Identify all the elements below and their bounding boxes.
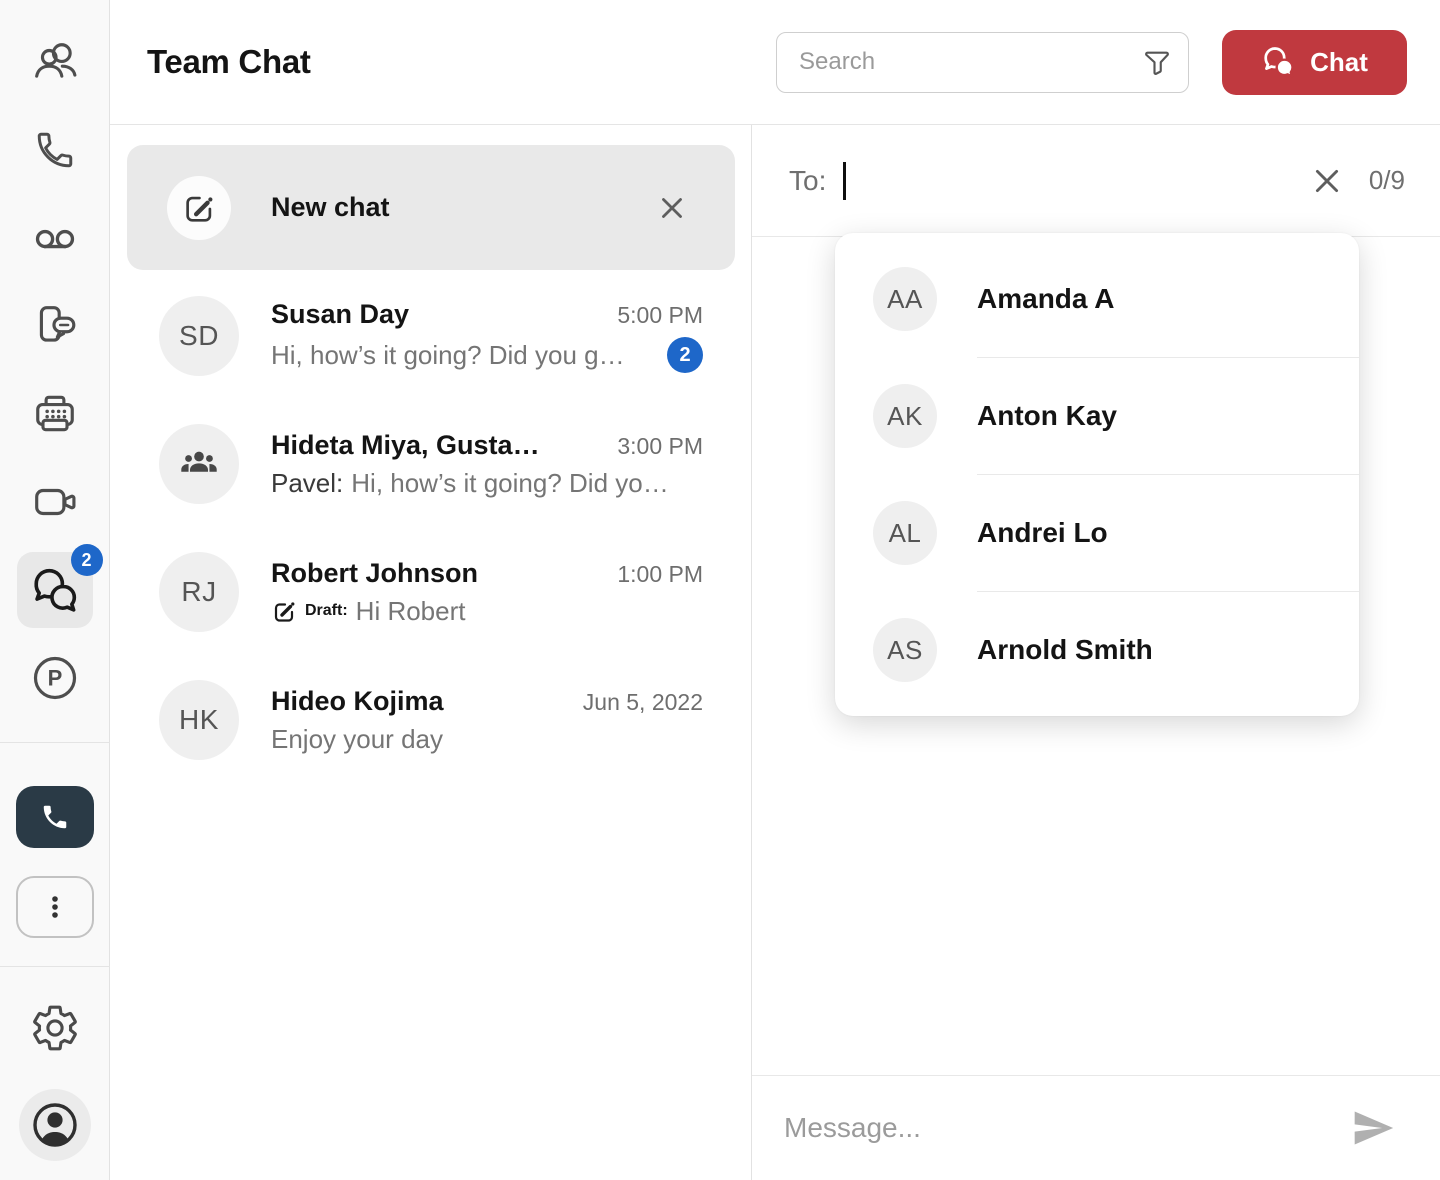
- phone-filled-icon: [40, 802, 70, 832]
- text-message-icon: [32, 303, 78, 349]
- sidebar-item-fax[interactable]: [23, 382, 87, 446]
- recipient-counter: 0/9: [1369, 165, 1405, 196]
- conversation-time: Jun 5, 2022: [583, 689, 703, 716]
- page-title: Team Chat: [147, 43, 311, 81]
- conversation-name: Hideo Kojima: [271, 686, 444, 717]
- video-icon: [32, 479, 78, 525]
- chat-bubbles-icon: [1261, 44, 1297, 80]
- draft-label: Draft:: [305, 602, 348, 620]
- conversation-time: 5:00 PM: [617, 302, 703, 329]
- conversation-preview: Hi, how’s it going? Did you g…: [271, 340, 657, 371]
- conversation-preview: Pavel: Hi, how’s it going? Did yo…: [271, 468, 703, 499]
- contact-suggestion[interactable]: AA Amanda A: [835, 241, 1359, 357]
- conversation-time: 3:00 PM: [617, 433, 703, 460]
- conversation-name: Robert Johnson: [271, 558, 478, 589]
- profile-avatar-icon: [29, 1099, 81, 1151]
- new-chat-avatar: [167, 176, 231, 240]
- search-input[interactable]: [799, 48, 1142, 76]
- avatar: SD: [159, 296, 239, 376]
- conversation-row[interactable]: HK Hideo Kojima Jun 5, 2022 Enjoy your d…: [110, 656, 751, 784]
- rail-divider: [0, 742, 110, 743]
- contact-name: Amanda A: [977, 283, 1114, 315]
- new-chat-button[interactable]: Chat: [1222, 30, 1407, 95]
- filter-icon[interactable]: [1142, 47, 1172, 77]
- search-box: [776, 32, 1189, 93]
- main-area: Team Chat Chat: [110, 0, 1440, 1180]
- close-icon[interactable]: [1309, 163, 1345, 199]
- phone-icon: [34, 129, 76, 171]
- sidebar-item-video[interactable]: [23, 470, 87, 534]
- send-button[interactable]: [1351, 1106, 1395, 1150]
- avatar: AS: [873, 618, 937, 682]
- conversation-preview: Hi Robert: [356, 596, 703, 627]
- new-chat-label: New chat: [271, 192, 390, 223]
- draft-compose-icon: [271, 598, 297, 624]
- settings-button[interactable]: [28, 1001, 82, 1055]
- new-chat-list-item[interactable]: New chat: [127, 145, 735, 270]
- recipient-input[interactable]: [852, 165, 1308, 197]
- sidebar-item-text-message[interactable]: [23, 294, 87, 358]
- content-area: New chat SD Susan Day 5:00 PM: [110, 125, 1440, 1180]
- compose-icon: [181, 190, 217, 226]
- chat-unread-badge: 2: [71, 544, 103, 576]
- recipient-row: To: 0/9: [752, 125, 1440, 237]
- group-avatar: [159, 424, 239, 504]
- contact-suggestion[interactable]: AL Andrei Lo: [835, 475, 1359, 591]
- conversation-row[interactable]: SD Susan Day 5:00 PM Hi, how’s it going?…: [110, 272, 751, 400]
- message-input[interactable]: [784, 1112, 1331, 1144]
- gear-icon: [30, 1003, 80, 1053]
- close-icon[interactable]: [656, 192, 688, 224]
- navigation-rail: 2 P: [0, 0, 110, 1180]
- conversation-name: Susan Day: [271, 299, 409, 330]
- avatar: AL: [873, 501, 937, 565]
- contact-suggestion[interactable]: AK Anton Kay: [835, 358, 1359, 474]
- conversation-row[interactable]: RJ Robert Johnson 1:00 PM: [110, 528, 751, 656]
- contact-name: Anton Kay: [977, 400, 1117, 432]
- unread-badge: 2: [667, 337, 703, 373]
- text-cursor: [843, 162, 846, 200]
- conversation-list: New chat SD Susan Day 5:00 PM: [110, 125, 752, 1180]
- team-chat-icon: [30, 565, 80, 615]
- team-chat-app: 2 P: [0, 0, 1440, 1180]
- conversation-preview: Enjoy your day: [271, 724, 703, 755]
- conversation-name: Hideta Miya, Gusta…: [271, 430, 540, 461]
- avatar: AK: [873, 384, 937, 448]
- new-chat-button-label: Chat: [1310, 47, 1368, 78]
- conversation-row[interactable]: Hideta Miya, Gusta… 3:00 PM Pavel: Hi, ho…: [110, 400, 751, 528]
- compose-panel: To: 0/9 AA Amanda A: [752, 125, 1440, 1180]
- contact-suggestions-dropdown: AA Amanda A AK Anton Kay AL Andrei Lo: [835, 233, 1359, 716]
- preview-text: Hi, how’s it going? Did yo…: [351, 468, 668, 498]
- contacts-icon: [32, 39, 78, 85]
- sidebar-item-team-chat[interactable]: 2: [17, 552, 93, 628]
- fax-icon: [32, 391, 78, 437]
- voicemail-icon: [32, 215, 78, 261]
- sidebar-item-park[interactable]: P: [23, 646, 87, 710]
- message-bar: [752, 1075, 1440, 1180]
- kebab-menu-icon: [35, 887, 75, 927]
- more-actions-button[interactable]: [16, 876, 94, 938]
- contact-name: Andrei Lo: [977, 517, 1108, 549]
- svg-text:P: P: [47, 666, 62, 691]
- send-icon: [1351, 1106, 1395, 1150]
- avatar: AA: [873, 267, 937, 331]
- avatar: RJ: [159, 552, 239, 632]
- group-icon: [177, 442, 221, 486]
- last-sender: Pavel:: [271, 468, 343, 498]
- rail-divider: [0, 966, 110, 967]
- sidebar-item-voicemail[interactable]: [23, 206, 87, 270]
- to-label: To:: [789, 165, 826, 197]
- sidebar-item-contacts[interactable]: [23, 30, 87, 94]
- top-bar: Team Chat Chat: [110, 0, 1440, 125]
- contact-suggestion[interactable]: AS Arnold Smith: [835, 592, 1359, 708]
- profile-avatar-button[interactable]: [19, 1089, 91, 1161]
- sidebar-item-phone[interactable]: [23, 118, 87, 182]
- avatar: HK: [159, 680, 239, 760]
- call-button[interactable]: [16, 786, 94, 848]
- contact-name: Arnold Smith: [977, 634, 1153, 666]
- park-icon: P: [31, 654, 79, 702]
- conversation-time: 1:00 PM: [617, 561, 703, 588]
